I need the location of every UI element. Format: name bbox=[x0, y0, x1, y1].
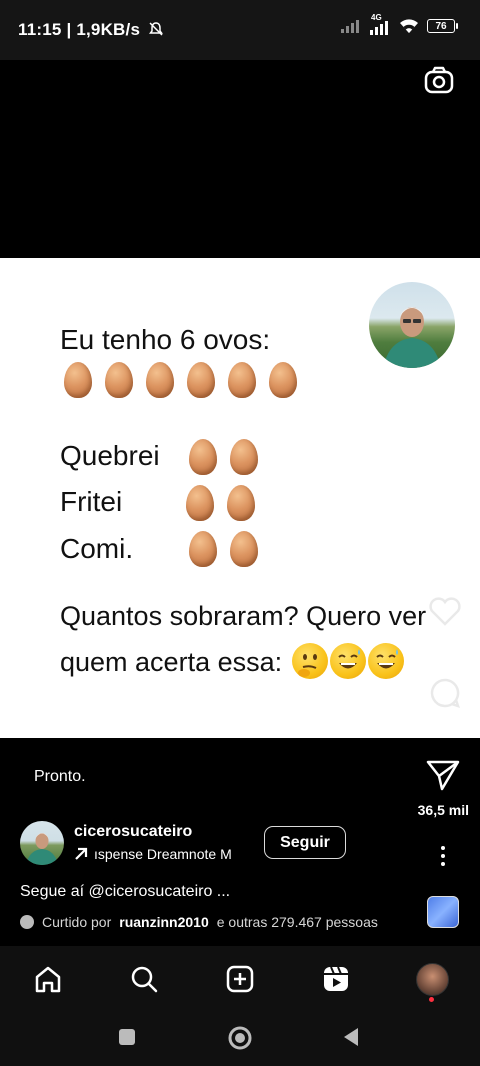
nav-home[interactable] bbox=[31, 962, 65, 996]
post-image[interactable]: Eu tenho 6 ovos: Quebrei Fritei Comi. Qu… bbox=[0, 258, 480, 738]
liked-by[interactable]: Curtido por ruanzinn2010 e outras 279.46… bbox=[20, 914, 378, 930]
bell-off-icon bbox=[149, 22, 164, 36]
heart-icon bbox=[429, 597, 461, 626]
status-bar: 11:15 | 1,9KB/s 4G 76 bbox=[0, 0, 480, 60]
egg-icon bbox=[228, 362, 256, 398]
eggs-row-fritei bbox=[186, 485, 255, 521]
back-icon[interactable] bbox=[342, 1027, 360, 1047]
egg-icon bbox=[64, 362, 92, 398]
comment-icon bbox=[430, 678, 460, 708]
status-icons: 4G 76 bbox=[341, 13, 458, 35]
eggs-row-comi bbox=[189, 531, 258, 567]
recents-icon[interactable] bbox=[118, 1028, 136, 1046]
creator-photo bbox=[369, 282, 455, 368]
status-time: 11:15 | 1,9KB/s bbox=[18, 20, 164, 40]
thinking-emoji bbox=[291, 643, 328, 679]
wifi-icon bbox=[400, 18, 418, 33]
egg-icon bbox=[269, 362, 297, 398]
egg-icon bbox=[187, 362, 215, 398]
egg-icon bbox=[146, 362, 174, 398]
reels-icon bbox=[324, 966, 348, 991]
home-icon bbox=[35, 966, 61, 993]
post-question: Quantos sobraram? Quero ver quem acerta … bbox=[60, 593, 460, 685]
egg-icon bbox=[189, 439, 217, 475]
liked-avatar bbox=[20, 915, 34, 929]
media-top-area bbox=[0, 60, 480, 258]
egg-icon bbox=[230, 439, 258, 475]
bottom-nav bbox=[0, 946, 480, 1012]
nav-search[interactable] bbox=[127, 962, 161, 996]
caption[interactable]: Segue aí @cicerosucateiro ... bbox=[20, 883, 230, 901]
pronto-text: Pronto. bbox=[34, 768, 86, 785]
trend-arrow-icon bbox=[75, 847, 88, 860]
eggs-row-total bbox=[64, 362, 297, 398]
profile-avatar[interactable] bbox=[416, 963, 449, 996]
signal-icon bbox=[341, 20, 359, 33]
create-icon bbox=[226, 965, 254, 993]
egg-icon bbox=[227, 485, 255, 521]
battery-level: 76 bbox=[435, 20, 447, 32]
more-options-icon[interactable] bbox=[434, 844, 452, 868]
system-nav-bar bbox=[0, 1012, 480, 1066]
share-count: 36,5 mil bbox=[417, 802, 469, 818]
egg-icon bbox=[105, 362, 133, 398]
label-quebrei: Quebrei bbox=[60, 440, 160, 471]
label-fritei: Fritei bbox=[60, 486, 123, 517]
laughing-sweat-emoji bbox=[367, 643, 404, 679]
eggs-row-quebrei bbox=[189, 439, 258, 475]
liked-prefix: Curtido por bbox=[42, 914, 112, 930]
liked-suffix: e outras 279.467 pessoas bbox=[216, 914, 378, 930]
follow-button[interactable]: Seguir bbox=[264, 826, 346, 859]
question-line2-wrap: quem acerta essa: bbox=[60, 639, 460, 685]
home-circle-icon[interactable] bbox=[227, 1025, 253, 1051]
laughing-sweat-emoji bbox=[329, 643, 366, 679]
search-icon bbox=[131, 966, 158, 993]
label-comi: Comi. bbox=[60, 533, 134, 564]
audio-thumbnail[interactable] bbox=[427, 896, 459, 928]
egg-icon bbox=[230, 531, 258, 567]
liked-user[interactable]: ruanzinn2010 bbox=[119, 914, 208, 930]
notification-dot bbox=[429, 997, 434, 1002]
camera-icon[interactable] bbox=[422, 64, 456, 98]
question-line1: Quantos sobraram? Quero ver bbox=[60, 601, 427, 631]
egg-icon bbox=[186, 485, 214, 521]
signal-4g-icon: 4G bbox=[369, 13, 391, 35]
audio-row[interactable]: ıspense Dreamnote M bbox=[74, 846, 274, 862]
username[interactable]: cicerosucateiro bbox=[74, 823, 192, 841]
send-icon[interactable] bbox=[425, 758, 461, 792]
nav-reels[interactable] bbox=[319, 962, 353, 996]
avatar[interactable] bbox=[20, 821, 64, 865]
egg-icon bbox=[189, 531, 217, 567]
nav-create[interactable] bbox=[223, 962, 257, 996]
battery-icon: 76 bbox=[427, 19, 458, 33]
question-line2: quem acerta essa: bbox=[60, 647, 283, 677]
audio-track-text: ıspense Dreamnote M bbox=[94, 846, 232, 862]
status-time-text: 11:15 | 1,9KB/s bbox=[18, 20, 141, 39]
post-text-line1: Eu tenho 6 ovos: bbox=[60, 324, 271, 355]
